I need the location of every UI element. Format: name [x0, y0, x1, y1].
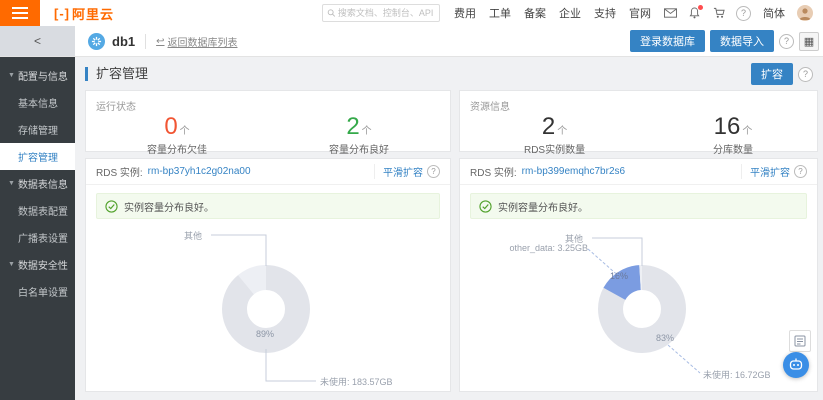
cart-icon[interactable]: [712, 7, 725, 20]
sidebar-group-config[interactable]: ▼ 配置与信息: [0, 62, 75, 89]
status-panel: 运行状态 0个 容量分布欠佳 2个 容量分布良好: [85, 90, 451, 152]
rds-instance-card: RDS 实例: rm-bp37yh1c2g02na00 平滑扩容 ? 实例容量分…: [85, 158, 451, 392]
help-icon[interactable]: ?: [736, 6, 751, 21]
status-panel-title: 运行状态: [86, 91, 450, 113]
sidebar-item-expansion[interactable]: 扩容管理: [0, 143, 75, 170]
slice-pct-other-data: 16%: [610, 271, 628, 281]
hamburger-menu-icon[interactable]: [0, 0, 40, 26]
language-selector[interactable]: 简体: [763, 5, 785, 21]
db-title: db1: [112, 34, 135, 49]
sidebar-item-storage[interactable]: 存储管理: [0, 116, 75, 143]
header-actions: 登录数据库 数据导入 ? ▦: [630, 30, 819, 52]
bell-icon[interactable]: [688, 7, 701, 20]
grid-view-icon[interactable]: ▦: [799, 32, 819, 51]
page-title: 扩容管理: [85, 67, 148, 81]
sidebar-item-table-config[interactable]: 数据表配置: [0, 197, 75, 224]
stat-shard-count: 16个 分库数量: [713, 114, 753, 156]
sidebar-group-security[interactable]: ▼ 数据安全性: [0, 251, 75, 278]
rds-instance-id-link[interactable]: rm-bp399emqhc7br2s6: [522, 166, 625, 177]
smooth-expand-link[interactable]: 平滑扩容 ?: [741, 164, 807, 179]
aliyun-logo[interactable]: [-] 阿里云: [54, 4, 114, 23]
chevron-down-icon: ▼: [8, 180, 15, 187]
search-icon: [327, 8, 336, 18]
resource-panel-title: 资源信息: [460, 91, 817, 113]
resource-panel: 资源信息 2个 RDS实例数量 16个 分库数量: [459, 90, 818, 152]
feedback-widget-button[interactable]: [789, 330, 811, 352]
database-icon: [88, 33, 105, 50]
expand-help-icon[interactable]: ?: [798, 67, 813, 82]
chevron-down-icon: ▼: [8, 261, 15, 268]
slice-label-other-data: other_data: 3.25GB: [488, 243, 588, 253]
stat-capacity-bad: 0个 容量分布欠佳: [147, 114, 207, 156]
slice-label-unused: 未使用: 183.57GB: [320, 375, 393, 388]
db-header: < db1 ↩ 返回数据库列表 登录数据库 数据导入 ? ▦: [0, 26, 823, 57]
smooth-expand-link[interactable]: 平滑扩容 ?: [374, 164, 440, 179]
slice-label-unused: 未使用: 16.72GB: [703, 368, 771, 381]
notification-dot: [698, 5, 703, 10]
return-arrow-icon: ↩: [156, 36, 164, 47]
sidebar-group-tables[interactable]: ▼ 数据表信息: [0, 170, 75, 197]
login-database-button[interactable]: 登录数据库: [630, 30, 705, 52]
sidebar-item-whitelist[interactable]: 白名单设置: [0, 278, 75, 305]
data-import-button[interactable]: 数据导入: [710, 30, 774, 52]
nav-billing[interactable]: 费用: [454, 5, 476, 21]
nav-icp[interactable]: 备案: [524, 5, 546, 21]
back-to-db-list-link[interactable]: ↩ 返回数据库列表: [145, 34, 237, 49]
smooth-expand-help-icon[interactable]: ?: [427, 165, 440, 178]
slice-pct-unused: 89%: [256, 329, 274, 339]
check-circle-icon: [479, 200, 492, 213]
topbar-icons: ?: [664, 6, 751, 21]
rds-instance-id-link[interactable]: rm-bp37yh1c2g02na00: [148, 166, 251, 177]
stat-capacity-good: 2个 容量分布良好: [329, 114, 389, 156]
sidebar-item-broadcast-table[interactable]: 广播表设置: [0, 224, 75, 251]
slice-label-other: 其他: [184, 229, 202, 242]
topnav: 费用 工单 备案 企业 支持 官网: [454, 5, 651, 21]
global-search[interactable]: [322, 4, 440, 22]
search-input[interactable]: [336, 7, 435, 19]
smooth-expand-help-icon[interactable]: ?: [794, 165, 807, 178]
capacity-donut-chart: 其他 other_data: 3.25GB 16% 83% 未使用: 16.72…: [460, 221, 817, 391]
stat-rds-count: 2个 RDS实例数量: [524, 114, 585, 156]
customer-service-robot-button[interactable]: [783, 352, 809, 378]
sidebar-collapse-button[interactable]: <: [0, 26, 75, 56]
sidebar-item-basic-info[interactable]: 基本信息: [0, 89, 75, 116]
capacity-donut-chart: 其他 89% 未使用: 183.57GB: [86, 221, 450, 391]
topbar: [-] 阿里云 费用 工单 备案 企业 支持 官网 ? 简体: [0, 0, 823, 26]
check-circle-icon: [105, 200, 118, 213]
user-avatar[interactable]: [797, 5, 813, 21]
logo-bracket-icon: [-]: [54, 6, 70, 21]
main-content: 扩容管理 扩容 ? 运行状态 0个 容量分布欠佳 2个 容量分布良好 资源信息 …: [75, 56, 823, 400]
chevron-down-icon: ▼: [8, 72, 15, 79]
capacity-ok-alert: 实例容量分布良好。: [470, 193, 807, 219]
nav-enterprise[interactable]: 企业: [559, 5, 581, 21]
header-help-icon[interactable]: ?: [779, 34, 794, 49]
capacity-ok-alert: 实例容量分布良好。: [96, 193, 440, 219]
mail-icon[interactable]: [664, 7, 677, 20]
expand-button[interactable]: 扩容: [751, 63, 793, 85]
rds-instance-label: RDS 实例:: [470, 164, 517, 179]
sidebar: ▼ 配置与信息 基本信息 存储管理 扩容管理 ▼ 数据表信息 数据表配置 广播表…: [0, 56, 75, 400]
slice-pct-unused: 83%: [656, 333, 674, 343]
rds-instance-card: RDS 实例: rm-bp399emqhc7br2s6 平滑扩容 ? 实例容量分…: [459, 158, 818, 392]
rds-instance-label: RDS 实例:: [96, 164, 143, 179]
logo-text: 阿里云: [72, 4, 114, 23]
nav-support[interactable]: 支持: [594, 5, 616, 21]
nav-tickets[interactable]: 工单: [489, 5, 511, 21]
nav-website[interactable]: 官网: [629, 5, 651, 21]
